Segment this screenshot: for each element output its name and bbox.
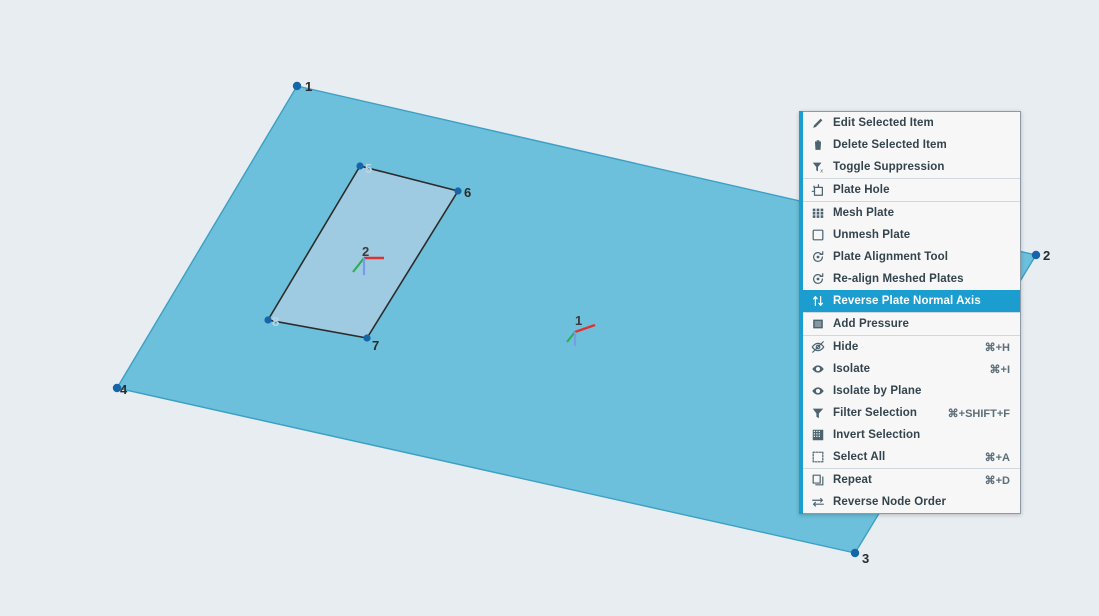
context-menu[interactable]: Edit Selected Item Delete Selected Item x T… [799, 111, 1021, 514]
eye-icon [803, 358, 833, 380]
filter-x-icon: x [803, 156, 833, 178]
node-label: 6 [464, 185, 471, 200]
menu-item-label: Unmesh Plate [833, 229, 911, 241]
plate-hole-icon [803, 179, 833, 201]
menu-item-delete-selected-item[interactable]: Delete Selected Item [799, 134, 1020, 156]
up-down-arrows-icon [803, 290, 833, 312]
axis-triad-label: 1 [575, 313, 582, 328]
node-label: 3 [862, 551, 869, 566]
menu-item-filter-selection[interactable]: Filter Selection ⌘+SHIFT+F [799, 402, 1020, 424]
outer-plate-node-2[interactable]: 2 [1031, 248, 1050, 263]
funnel-icon [803, 402, 833, 424]
node-label: 4 [120, 382, 128, 397]
pressure-square-icon [803, 313, 833, 335]
menu-item-label: Delete Selected Item [833, 139, 947, 151]
menu-item-isolate-by-plane[interactable]: Isolate by Plane [799, 380, 1020, 402]
menu-section: Repeat ⌘+D Reverse Node Order [799, 469, 1020, 513]
rotate-icon [803, 246, 833, 268]
copy-icon [803, 469, 833, 491]
node-label: 1 [305, 79, 312, 94]
menu-item-label: Isolate by Plane [833, 385, 922, 397]
dashed-square-icon [803, 446, 833, 468]
node-label: 5 [365, 161, 372, 176]
trash-icon [803, 134, 833, 156]
invert-selection-icon [803, 424, 833, 446]
menu-item-label: Reverse Node Order [833, 496, 947, 508]
menu-section: Add Pressure [799, 313, 1020, 336]
menu-section: Mesh Plate Unmesh Plate Plate Alignment To… [799, 202, 1020, 313]
menu-item-shortcut: ⌘+I [989, 363, 1010, 376]
node-label: 7 [372, 338, 379, 353]
swap-arrows-icon [803, 491, 833, 513]
square-outline-icon [803, 224, 833, 246]
menu-item-re-align-meshed-plates[interactable]: Re-align Meshed Plates [799, 268, 1020, 290]
menu-item-label: Invert Selection [833, 429, 921, 441]
svg-text:x: x [820, 168, 823, 174]
menu-item-label: Plate Hole [833, 184, 890, 196]
menu-item-plate-hole[interactable]: Plate Hole [799, 179, 1020, 201]
menu-item-isolate[interactable]: Isolate ⌘+I [799, 358, 1020, 380]
menu-item-shortcut: ⌘+SHIFT+F [947, 407, 1010, 420]
menu-section: Edit Selected Item Delete Selected Item x T… [799, 112, 1020, 179]
menu-item-label: Repeat [833, 474, 872, 486]
grid-icon [803, 202, 833, 224]
menu-item-label: Mesh Plate [833, 207, 895, 219]
menu-section: Plate Hole [799, 179, 1020, 202]
menu-item-shortcut: ⌘+A [984, 451, 1010, 464]
menu-item-select-all[interactable]: Select All ⌘+A [799, 446, 1020, 468]
menu-item-label: Re-align Meshed Plates [833, 273, 964, 285]
pencil-icon [803, 112, 833, 134]
menu-item-toggle-suppression[interactable]: x Toggle Suppression [799, 156, 1020, 178]
menu-item-mesh-plate[interactable]: Mesh Plate [799, 202, 1020, 224]
menu-item-label: Plate Alignment Tool [833, 251, 949, 263]
menu-item-label: Filter Selection [833, 407, 918, 419]
menu-item-edit-selected-item[interactable]: Edit Selected Item [799, 112, 1020, 134]
node-label: 8 [272, 314, 279, 329]
menu-item-plate-alignment-tool[interactable]: Plate Alignment Tool [799, 246, 1020, 268]
rotate-icon [803, 268, 833, 290]
menu-item-label: Toggle Suppression [833, 161, 945, 173]
menu-item-unmesh-plate[interactable]: Unmesh Plate [799, 224, 1020, 246]
menu-item-repeat[interactable]: Repeat ⌘+D [799, 469, 1020, 491]
menu-item-invert-selection[interactable]: Invert Selection [799, 424, 1020, 446]
menu-item-hide[interactable]: Hide ⌘+H [799, 336, 1020, 358]
eye-icon [803, 380, 833, 402]
menu-item-label: Isolate [833, 363, 871, 375]
axis-triad-label: 2 [362, 244, 369, 259]
menu-item-label: Hide [833, 341, 859, 353]
menu-item-shortcut: ⌘+H [984, 341, 1010, 354]
menu-item-label: Add Pressure [833, 318, 909, 330]
eye-slash-icon [803, 336, 833, 358]
menu-item-add-pressure[interactable]: Add Pressure [799, 313, 1020, 335]
menu-item-reverse-node-order[interactable]: Reverse Node Order [799, 491, 1020, 513]
menu-item-label: Edit Selected Item [833, 117, 934, 129]
outer-plate-node-3[interactable]: 3 [850, 548, 869, 566]
menu-item-label: Select All [833, 451, 886, 463]
menu-item-reverse-plate-normal-axis[interactable]: Reverse Plate Normal Axis [799, 290, 1020, 312]
menu-section: Hide ⌘+H Isolate ⌘+I Isolate by Plane Filter … [799, 336, 1020, 469]
menu-item-label: Reverse Plate Normal Axis [833, 295, 981, 307]
menu-item-shortcut: ⌘+D [984, 474, 1010, 487]
node-label: 2 [1043, 248, 1050, 263]
application-window: 1 2 3 4 5 6 7 8 1 2 Edit Selected Item D… [0, 0, 1099, 616]
outer-plate-node-4[interactable]: 4 [112, 382, 128, 397]
